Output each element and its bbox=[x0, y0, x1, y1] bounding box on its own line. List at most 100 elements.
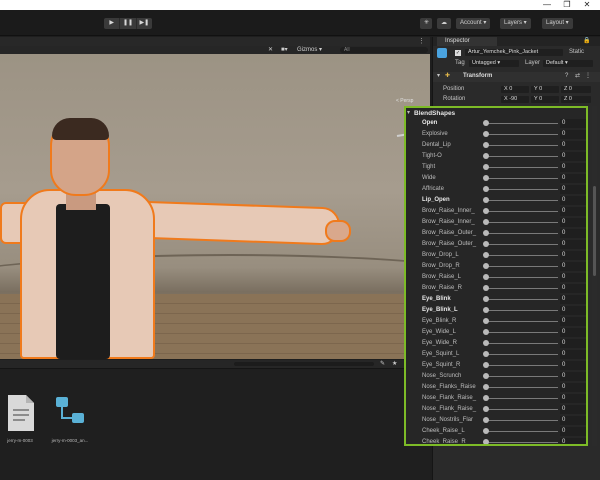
active-checkbox[interactable]: ✓ bbox=[455, 50, 461, 56]
blendshape-slider-handle[interactable] bbox=[483, 208, 489, 214]
play-icon[interactable]: ▶ bbox=[104, 18, 121, 29]
blendshape-slider-handle[interactable] bbox=[483, 340, 489, 346]
minimize-icon[interactable]: — bbox=[540, 0, 554, 10]
blendshape-value-field[interactable]: 0 bbox=[560, 427, 586, 436]
cloud-icon[interactable]: ☁ bbox=[437, 18, 451, 29]
blendshape-value-field[interactable]: 0 bbox=[560, 405, 586, 414]
blendshape-value-field[interactable]: 0 bbox=[560, 141, 586, 150]
blendshape-value-field[interactable]: 0 bbox=[560, 273, 586, 282]
blendshape-slider-track[interactable] bbox=[486, 398, 558, 399]
object-name-field[interactable]: Artur_Yemchek_Pink_Jacket bbox=[465, 49, 563, 56]
blendshape-slider-handle[interactable] bbox=[483, 175, 489, 181]
blendshape-slider-track[interactable] bbox=[486, 365, 558, 366]
blendshape-slider-track[interactable] bbox=[486, 288, 558, 289]
blendshape-value-field[interactable]: 0 bbox=[560, 383, 586, 392]
blendshape-value-field[interactable]: 0 bbox=[560, 174, 586, 183]
collab-icon[interactable]: ✳ bbox=[420, 18, 432, 29]
blendshape-slider-handle[interactable] bbox=[483, 252, 489, 258]
blendshape-slider-track[interactable] bbox=[486, 431, 558, 432]
blendshape-value-field[interactable]: 0 bbox=[560, 240, 586, 249]
scene-view[interactable]: < Persp bbox=[0, 54, 430, 359]
help-icon[interactable]: ? bbox=[565, 72, 568, 81]
blendshape-slider-handle[interactable] bbox=[483, 417, 489, 423]
camera-icon[interactable]: ■▾ bbox=[281, 46, 288, 54]
inspector-scrollbar[interactable] bbox=[592, 106, 597, 446]
blendshape-slider-handle[interactable] bbox=[483, 406, 489, 412]
blendshape-slider-handle[interactable] bbox=[483, 285, 489, 291]
blendshape-value-field[interactable]: 0 bbox=[560, 218, 586, 227]
zoom-slider[interactable] bbox=[234, 362, 374, 366]
blendshape-slider-track[interactable] bbox=[486, 332, 558, 333]
blendshape-slider-handle[interactable] bbox=[483, 164, 489, 170]
blendshape-slider-track[interactable] bbox=[486, 222, 558, 223]
blendshape-value-field[interactable]: 0 bbox=[560, 306, 586, 315]
blendshape-slider-handle[interactable] bbox=[483, 274, 489, 280]
layers-dropdown[interactable]: Layers bbox=[500, 18, 531, 29]
blendshape-value-field[interactable]: 0 bbox=[560, 361, 586, 370]
blendshape-slider-track[interactable] bbox=[486, 178, 558, 179]
transform-header[interactable]: ▾ ✚ Transform ? ⇄ ⋮ bbox=[433, 72, 600, 82]
blendshape-slider-handle[interactable] bbox=[483, 296, 489, 302]
blendshape-value-field[interactable]: 0 bbox=[560, 207, 586, 216]
blendshape-slider-track[interactable] bbox=[486, 211, 558, 212]
blendshape-slider-track[interactable] bbox=[486, 134, 558, 135]
layer-dropdown[interactable]: Default bbox=[543, 60, 593, 67]
blendshape-slider-handle[interactable] bbox=[483, 373, 489, 379]
layout-dropdown[interactable]: Layout bbox=[542, 18, 573, 29]
blendshape-slider-track[interactable] bbox=[486, 343, 558, 344]
blendshape-value-field[interactable]: 0 bbox=[560, 119, 586, 128]
blendshape-slider-handle[interactable] bbox=[483, 131, 489, 137]
character-model[interactable] bbox=[0, 54, 430, 359]
maximize-icon[interactable]: ❐ bbox=[560, 0, 574, 10]
blendshape-slider-track[interactable] bbox=[486, 200, 558, 201]
asset-item[interactable]: jerry-m-0003_an... bbox=[50, 393, 90, 443]
blendshape-slider-handle[interactable] bbox=[483, 263, 489, 269]
blendshape-slider-track[interactable] bbox=[486, 266, 558, 267]
star-icon[interactable]: ★ bbox=[392, 360, 397, 368]
static-toggle[interactable]: Static bbox=[569, 48, 584, 57]
blendshape-slider-track[interactable] bbox=[486, 123, 558, 124]
blendshape-slider-track[interactable] bbox=[486, 299, 558, 300]
step-icon[interactable]: ▶❚ bbox=[137, 18, 152, 29]
blendshape-slider-handle[interactable] bbox=[483, 153, 489, 159]
blendshape-value-field[interactable]: 0 bbox=[560, 416, 586, 425]
preset-icon[interactable]: ⇄ bbox=[575, 72, 580, 81]
blendshape-value-field[interactable]: 0 bbox=[560, 438, 586, 444]
blendshape-value-field[interactable]: 0 bbox=[560, 328, 586, 337]
blendshape-value-field[interactable]: 0 bbox=[560, 350, 586, 359]
blendshape-slider-track[interactable] bbox=[486, 244, 558, 245]
blendshape-slider-track[interactable] bbox=[486, 310, 558, 311]
blendshape-slider-track[interactable] bbox=[486, 420, 558, 421]
scene-search-input[interactable]: All bbox=[340, 47, 428, 53]
account-dropdown[interactable]: Account bbox=[456, 18, 491, 29]
blendshape-value-field[interactable]: 0 bbox=[560, 229, 586, 238]
position-x-field[interactable]: X 0 bbox=[501, 86, 529, 93]
asset-item[interactable]: jerry-m-0003 bbox=[0, 393, 40, 443]
blendshape-value-field[interactable]: 0 bbox=[560, 372, 586, 381]
blendshape-value-field[interactable]: 0 bbox=[560, 196, 586, 205]
blendshape-slider-handle[interactable] bbox=[483, 197, 489, 203]
scrollbar-thumb[interactable] bbox=[593, 186, 596, 276]
blendshape-slider-handle[interactable] bbox=[483, 395, 489, 401]
blendshape-slider-handle[interactable] bbox=[483, 120, 489, 126]
rotation-z-field[interactable]: Z 0 bbox=[561, 96, 591, 103]
blendshape-value-field[interactable]: 0 bbox=[560, 152, 586, 161]
close-icon[interactable]: ✕ bbox=[580, 0, 594, 10]
blendshape-slider-handle[interactable] bbox=[483, 439, 489, 444]
blendshape-value-field[interactable]: 0 bbox=[560, 185, 586, 194]
filter-icon[interactable]: ✎ bbox=[380, 360, 385, 368]
blendshape-slider-handle[interactable] bbox=[483, 384, 489, 390]
collapse-arrow-icon[interactable]: ▾ bbox=[407, 109, 410, 118]
blendshape-slider-track[interactable] bbox=[486, 387, 558, 388]
blendshape-slider-handle[interactable] bbox=[483, 142, 489, 148]
persp-label[interactable]: < Persp bbox=[396, 98, 413, 104]
blendshape-slider-handle[interactable] bbox=[483, 318, 489, 324]
position-y-field[interactable]: Y 0 bbox=[531, 86, 559, 93]
pause-icon[interactable]: ❚❚ bbox=[120, 18, 137, 29]
blendshape-slider-track[interactable] bbox=[486, 233, 558, 234]
blendshape-value-field[interactable]: 0 bbox=[560, 251, 586, 260]
tools-icon[interactable]: ✕ bbox=[268, 46, 273, 54]
blendshape-slider-track[interactable] bbox=[486, 156, 558, 157]
blendshape-slider-track[interactable] bbox=[486, 189, 558, 190]
rotation-y-field[interactable]: Y 0 bbox=[531, 96, 559, 103]
